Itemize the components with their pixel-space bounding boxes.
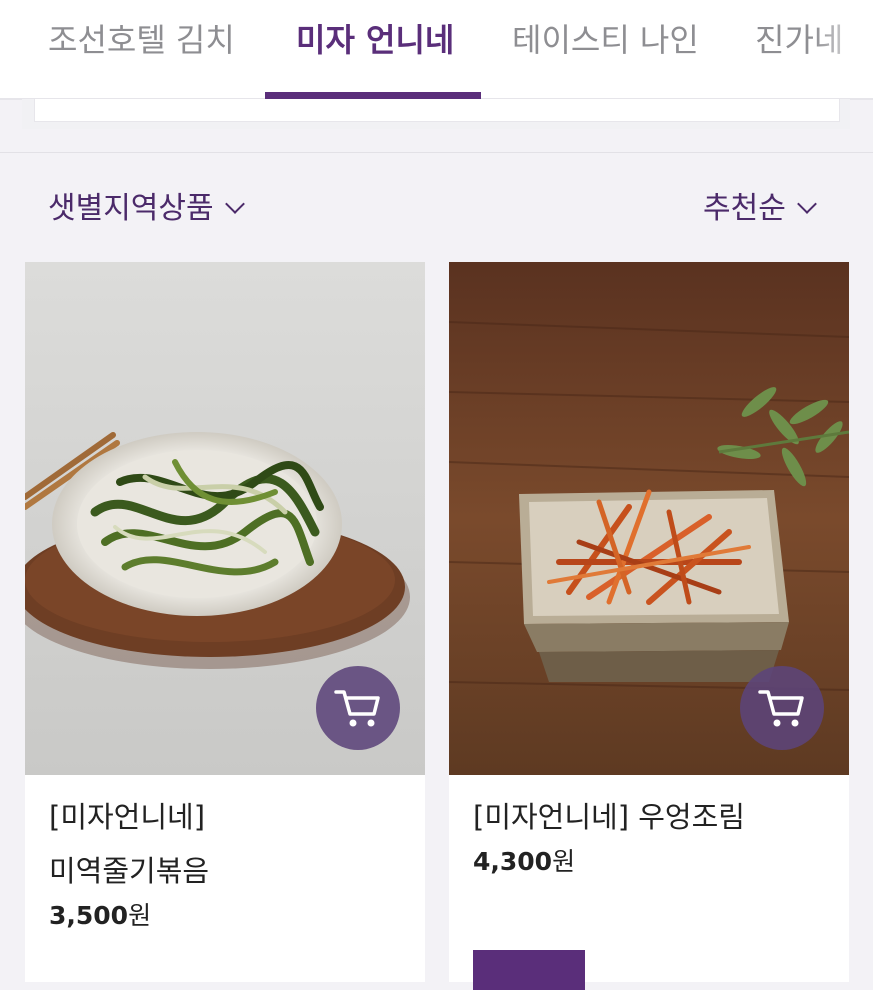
banner-strip: [22, 99, 850, 129]
product-name[interactable]: 미역줄기볶음: [49, 848, 209, 890]
region-filter-dropdown[interactable]: 샛별지역상품: [48, 188, 245, 230]
active-tab-indicator: [265, 92, 481, 99]
product-card[interactable]: [미자언니네] 우엉조림 4,300원: [449, 262, 849, 990]
price-unit: 원: [128, 901, 152, 930]
chevron-down-icon: [796, 194, 817, 214]
product-title[interactable]: [미자언니네] 우엉조림: [473, 794, 745, 836]
product-card[interactable]: [미자언니네] 미역줄기볶음 3,500원: [25, 262, 425, 982]
cart-icon: [334, 690, 380, 727]
product-badge: [473, 950, 585, 990]
tab-tasty-nine[interactable]: 테이스티 나인: [512, 18, 699, 62]
product-image[interactable]: [25, 262, 425, 775]
product-brand: [미자언니네]: [473, 800, 630, 834]
add-to-cart-button[interactable]: [740, 666, 824, 750]
category-tab-bar: 조선호텔 김치 미자 언니네 테이스티 나인 진가네: [0, 0, 873, 100]
price-value: 4,300: [473, 847, 553, 876]
section-divider: [0, 152, 873, 153]
product-price: 3,500원: [49, 896, 151, 932]
cart-icon: [758, 690, 804, 727]
product-image[interactable]: [449, 262, 849, 775]
add-to-cart-button[interactable]: [316, 666, 400, 750]
tab-mija-eonnine[interactable]: 미자 언니네: [296, 18, 454, 62]
sort-dropdown[interactable]: 추천순: [703, 188, 817, 230]
product-name: 우엉조림: [638, 800, 745, 834]
product-brand[interactable]: [미자언니네]: [49, 794, 205, 836]
tab-joseon-hotel-kimchi[interactable]: 조선호텔 김치: [48, 18, 235, 62]
product-price: 4,300원: [473, 842, 575, 878]
tab-scroll-fade: [813, 0, 873, 98]
chevron-down-icon: [224, 194, 245, 214]
banner-card[interactable]: [34, 99, 840, 122]
price-value: 3,500: [49, 901, 129, 930]
region-filter-label: 샛별지역상품: [48, 191, 214, 226]
sort-label: 추천순: [703, 191, 786, 226]
price-unit: 원: [552, 847, 576, 876]
